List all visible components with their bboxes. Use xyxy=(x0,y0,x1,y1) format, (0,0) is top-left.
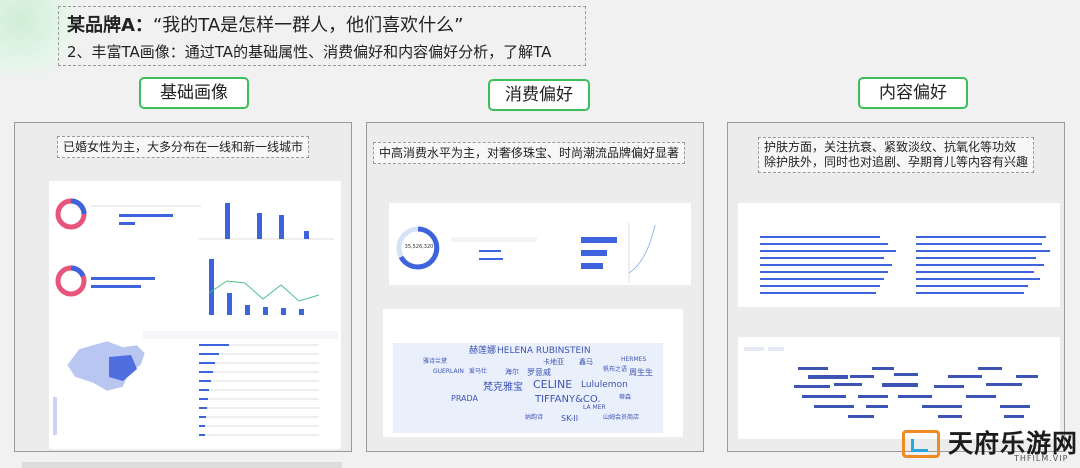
age-bar-2 xyxy=(257,213,262,239)
panel-basic-caption: 已婚女性为主，大多分布在一线和新一线城市 xyxy=(57,136,310,158)
header-title: 某品牌A：“我的TA是怎样一群人，他们喜欢什么” xyxy=(67,11,464,37)
basic-dashboard-card xyxy=(49,181,341,449)
word: Lululemon xyxy=(581,380,628,390)
brand-bar-1 xyxy=(581,237,617,243)
consumption-donut-value: 35,526,320 xyxy=(404,244,434,250)
word: 梵克雅宝 xyxy=(483,382,523,393)
map-legend-bar xyxy=(53,397,57,435)
content-caption-line-2: 除护肤外，同时也对追剧、孕期育儿等内容有兴趣 xyxy=(764,155,1029,169)
word: GUERLAIN xyxy=(433,368,464,375)
marital-bar-1 xyxy=(91,277,155,280)
brand-name: 某品牌A： xyxy=(67,15,153,36)
word: 帆布之语 xyxy=(603,366,628,373)
combo-line xyxy=(208,280,320,302)
gender-bar-2 xyxy=(119,222,135,225)
word: HERMES xyxy=(621,356,647,363)
panel-consumption-caption: 中高消费水平为主，对奢侈珠宝、时尚潮流品牌偏好显著 xyxy=(373,142,686,164)
content-interest-card xyxy=(738,203,1060,307)
word: CELINE xyxy=(533,378,573,391)
content-interest-bars xyxy=(760,236,1050,294)
tag-basic-profile: 基础画像 xyxy=(139,77,249,109)
word: 赫莲娜 xyxy=(469,346,497,356)
age-bar-1 xyxy=(225,203,230,239)
brand-preference-card: 赫莲娜 HELENA RUBINSTEIN HERMES 雅诗兰黛 卡地亚 鑫马… xyxy=(383,309,683,437)
panel-basic-profile: 已婚女性为主，大多分布在一线和新一线城市 xyxy=(14,122,352,452)
word: 爱马仕 xyxy=(469,368,488,375)
tag-content-preference: 内容偏好 xyxy=(858,77,968,109)
word: PRADA xyxy=(451,394,479,403)
word: 鑫马 xyxy=(579,358,593,366)
combo-bar-1 xyxy=(209,259,214,315)
word: 雅诗兰黛 xyxy=(423,358,448,365)
keyword-cloud-blocks xyxy=(794,367,1038,418)
brand-bar-2 xyxy=(581,250,607,256)
content-caption-line-1: 护肤方面，关注抗衰、紧致淡纹、抗氧化等功效 xyxy=(764,140,1017,154)
brand-bar-3 xyxy=(581,263,603,269)
panel-content-caption: 护肤方面，关注抗衰、紧致淡纹、抗氧化等功效 除护肤外，同时也对追剧、孕期育儿等内… xyxy=(758,137,1035,173)
word: 罗意威 xyxy=(527,368,551,377)
header-subtitle: 2、丰富TA画像：通过TA的基础属性、消费偏好和内容偏好分析，了解TA xyxy=(67,43,552,61)
panel-consumption: 中高消费水平为主，对奢侈珠宝、时尚潮流品牌偏好显著 35,526,320 赫莲娜… xyxy=(366,122,704,452)
marital-bar-2 xyxy=(91,285,141,288)
header-box: 某品牌A：“我的TA是怎样一群人，他们喜欢什么” 2、丰富TA画像：通过TA的基… xyxy=(58,6,586,66)
word: SK-II xyxy=(561,414,579,423)
word: 卡地亚 xyxy=(543,358,564,366)
basic-dashboard-charts xyxy=(53,198,338,436)
gender-bar-1 xyxy=(119,214,173,217)
logo-url: THFILM.VIP xyxy=(1014,454,1069,463)
word: HELENA RUBINSTEIN xyxy=(497,346,591,356)
tag-consumption-preference: 消费偏好 xyxy=(488,79,590,111)
marital-donut-blue xyxy=(70,265,86,278)
age-bar-4 xyxy=(304,231,309,239)
word: 山姆会员商店 xyxy=(603,414,640,421)
consume-bar-1 xyxy=(479,250,501,252)
consumption-level-card: 35,526,320 xyxy=(389,203,691,285)
panel-content: 护肤方面，关注抗衰、紧致淡纹、抗氧化等功效 除护肤外，同时也对追剧、孕期育儿等内… xyxy=(727,122,1065,452)
brand-word-cloud: 赫莲娜 HELENA RUBINSTEIN HERMES 雅诗兰黛 卡地亚 鑫马… xyxy=(393,343,663,433)
word: 海尔 xyxy=(505,368,519,376)
word: LA MER xyxy=(583,404,606,411)
logo-icon xyxy=(902,430,940,458)
word: 蒂森 xyxy=(619,394,632,401)
header-quote: “我的TA是怎样一群人，他们喜欢什么” xyxy=(152,15,464,36)
age-bar-3 xyxy=(279,215,284,239)
content-bars-right xyxy=(916,236,1050,294)
consume-bar-2 xyxy=(479,258,503,260)
content-bars-left xyxy=(760,236,896,294)
site-logo: 天府乐游网 THFILM.VIP xyxy=(898,424,1077,466)
gender-donut-blue xyxy=(70,198,87,215)
bottom-strip xyxy=(22,462,342,468)
word: 纳韵诗 xyxy=(525,414,544,421)
word: 周生生 xyxy=(629,368,653,377)
